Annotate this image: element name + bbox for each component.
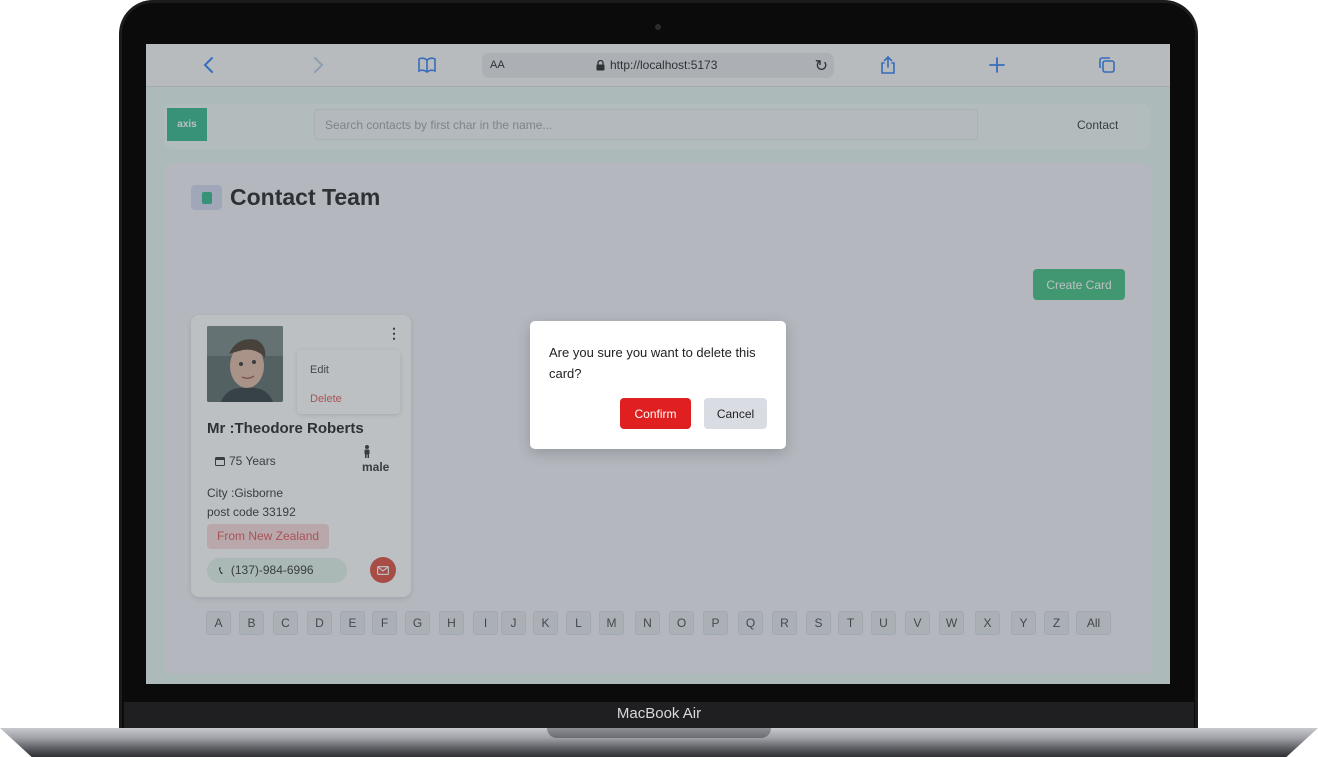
confirm-button[interactable]: Confirm [620, 398, 691, 429]
cancel-button[interactable]: Cancel [704, 398, 767, 429]
laptop-hinge-notch [547, 728, 771, 738]
webcam [655, 24, 661, 30]
delete-confirm-dialog: Are you sure you want to delete this car… [530, 321, 786, 449]
device-label: MacBook Air [616, 705, 702, 722]
laptop-screen: AA http://localhost:5173 ↻ axis Contact … [146, 44, 1170, 684]
dialog-question: Are you sure you want to delete this car… [549, 345, 756, 381]
